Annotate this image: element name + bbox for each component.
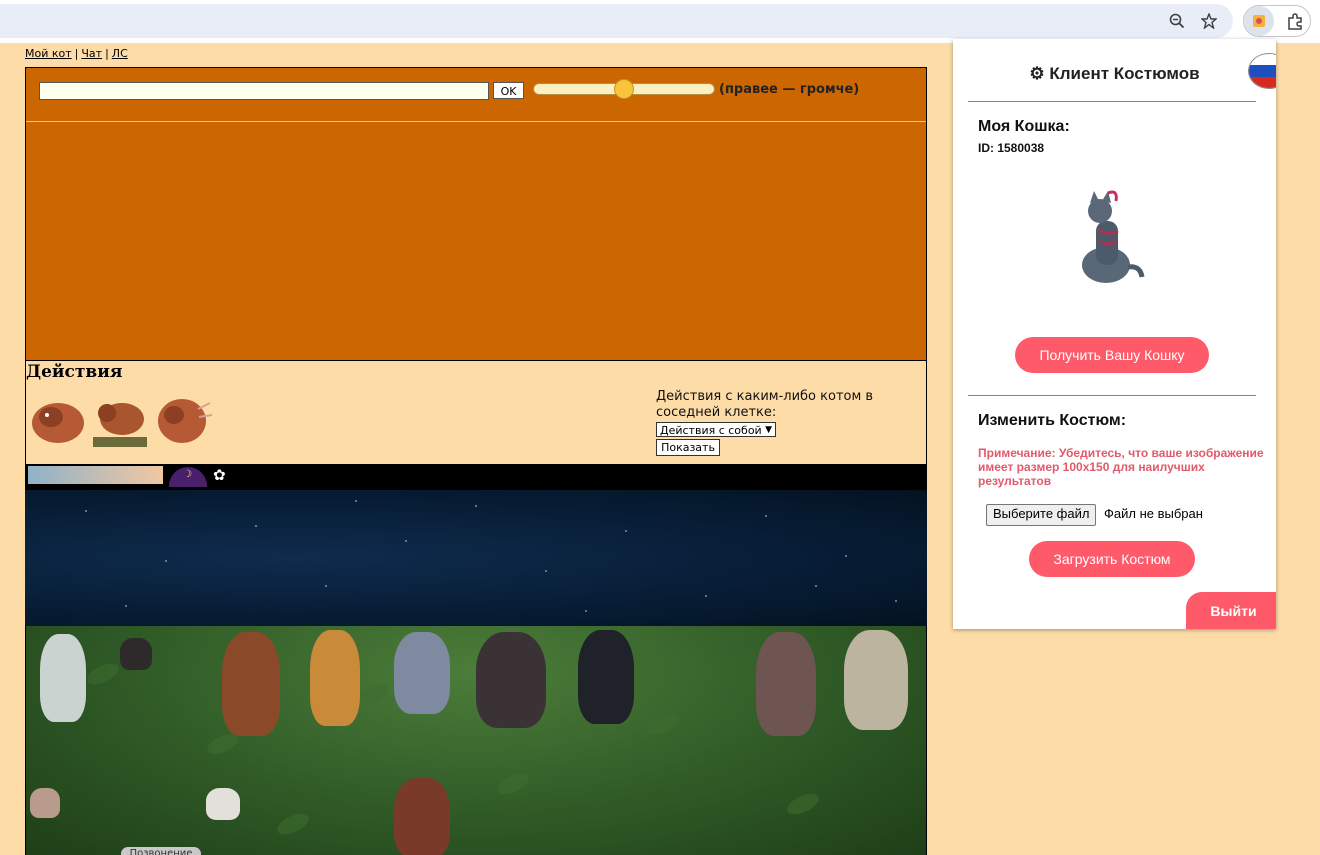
flower-icon: ✿ (213, 466, 226, 484)
browser-toolbar (0, 0, 1320, 43)
top-nav: Мой кот | Чат | ЛС (25, 47, 128, 60)
action-crouch-image[interactable] (89, 389, 151, 451)
chat-input[interactable] (39, 82, 489, 100)
actions-panel: Действия Действия с каким-либо котом в с… (25, 361, 927, 464)
cat-sprite[interactable] (578, 630, 634, 724)
popup-title: ⚙ Клиент Костюмов (1029, 64, 1200, 83)
pm-link[interactable]: ЛС (112, 47, 128, 60)
cat-sprite[interactable] (120, 638, 152, 670)
chat-divider (26, 121, 926, 122)
cat-sprite[interactable] (394, 632, 450, 714)
actions-title: Действия (26, 362, 123, 382)
cat-sprite[interactable] (756, 632, 816, 736)
volume-label: (правее — громче) (719, 82, 860, 97)
other-cat-actions-label: Действия с каким-либо котом в соседней к… (656, 389, 874, 420)
location-tooltip: Позвонение (121, 847, 201, 855)
cat-sprite[interactable] (310, 630, 360, 726)
choose-file-button[interactable]: Выберите файл (986, 504, 1097, 526)
cat-sprite[interactable] (206, 788, 240, 820)
chat-panel: OK (правее — громче) (25, 67, 927, 361)
zoom-out-icon[interactable] (1164, 8, 1190, 34)
my-cat-link[interactable]: Мой кот (25, 47, 72, 60)
get-cat-button[interactable]: Получить Вашу Кошку (1015, 337, 1209, 373)
size-note: Примечание: Убедитесь, что ваше изображе… (978, 446, 1264, 488)
puzzle-icon[interactable] (1282, 8, 1308, 34)
cat-sprite[interactable] (476, 632, 546, 728)
cat-preview-image (1082, 190, 1145, 283)
extension-icon[interactable] (1244, 6, 1274, 36)
address-bar[interactable] (0, 4, 1233, 38)
cat-sprite[interactable] (222, 632, 280, 736)
my-cat-heading: Моя Кошка: (978, 118, 1070, 135)
self-actions-select[interactable]: Действия с собой ▼ (656, 422, 776, 437)
nav-separator: | (105, 47, 109, 60)
cat-sprite[interactable] (30, 788, 60, 818)
nav-separator: | (74, 47, 79, 60)
chevron-down-icon: ▼ (765, 425, 772, 435)
logout-button[interactable]: Выйти (1186, 592, 1276, 629)
action-growl-image[interactable] (27, 389, 89, 451)
action-attack-image[interactable] (152, 389, 214, 451)
ok-button[interactable]: OK (493, 82, 524, 99)
show-button[interactable]: Показать (656, 439, 720, 456)
costume-client-popup: ⚙ Клиент Костюмов Моя Кошка: ID: 1580038… (953, 39, 1276, 629)
time-of-day-bar (28, 466, 163, 484)
star-icon[interactable] (1196, 8, 1222, 34)
cat-sprite[interactable] (844, 630, 908, 730)
status-bar: ☽ ✿ (25, 464, 927, 490)
volume-slider-thumb[interactable] (614, 79, 634, 99)
cat-sprite[interactable] (40, 634, 86, 722)
cat-sprite[interactable] (394, 778, 450, 855)
self-actions-select-value: Действия с собой (660, 424, 762, 437)
divider (968, 101, 1256, 102)
cat-id: ID: 1580038 (978, 141, 1045, 155)
chat-link[interactable]: Чат (81, 47, 102, 60)
divider (968, 395, 1256, 396)
night-sky (25, 490, 927, 626)
forest-location[interactable]: Позвонение (25, 626, 927, 855)
change-costume-heading: Изменить Костюм: (978, 412, 1127, 429)
moon-icon: ☽ (169, 467, 207, 487)
file-status: Файл не выбран (1104, 506, 1203, 521)
upload-costume-button[interactable]: Загрузить Костюм (1029, 541, 1195, 577)
